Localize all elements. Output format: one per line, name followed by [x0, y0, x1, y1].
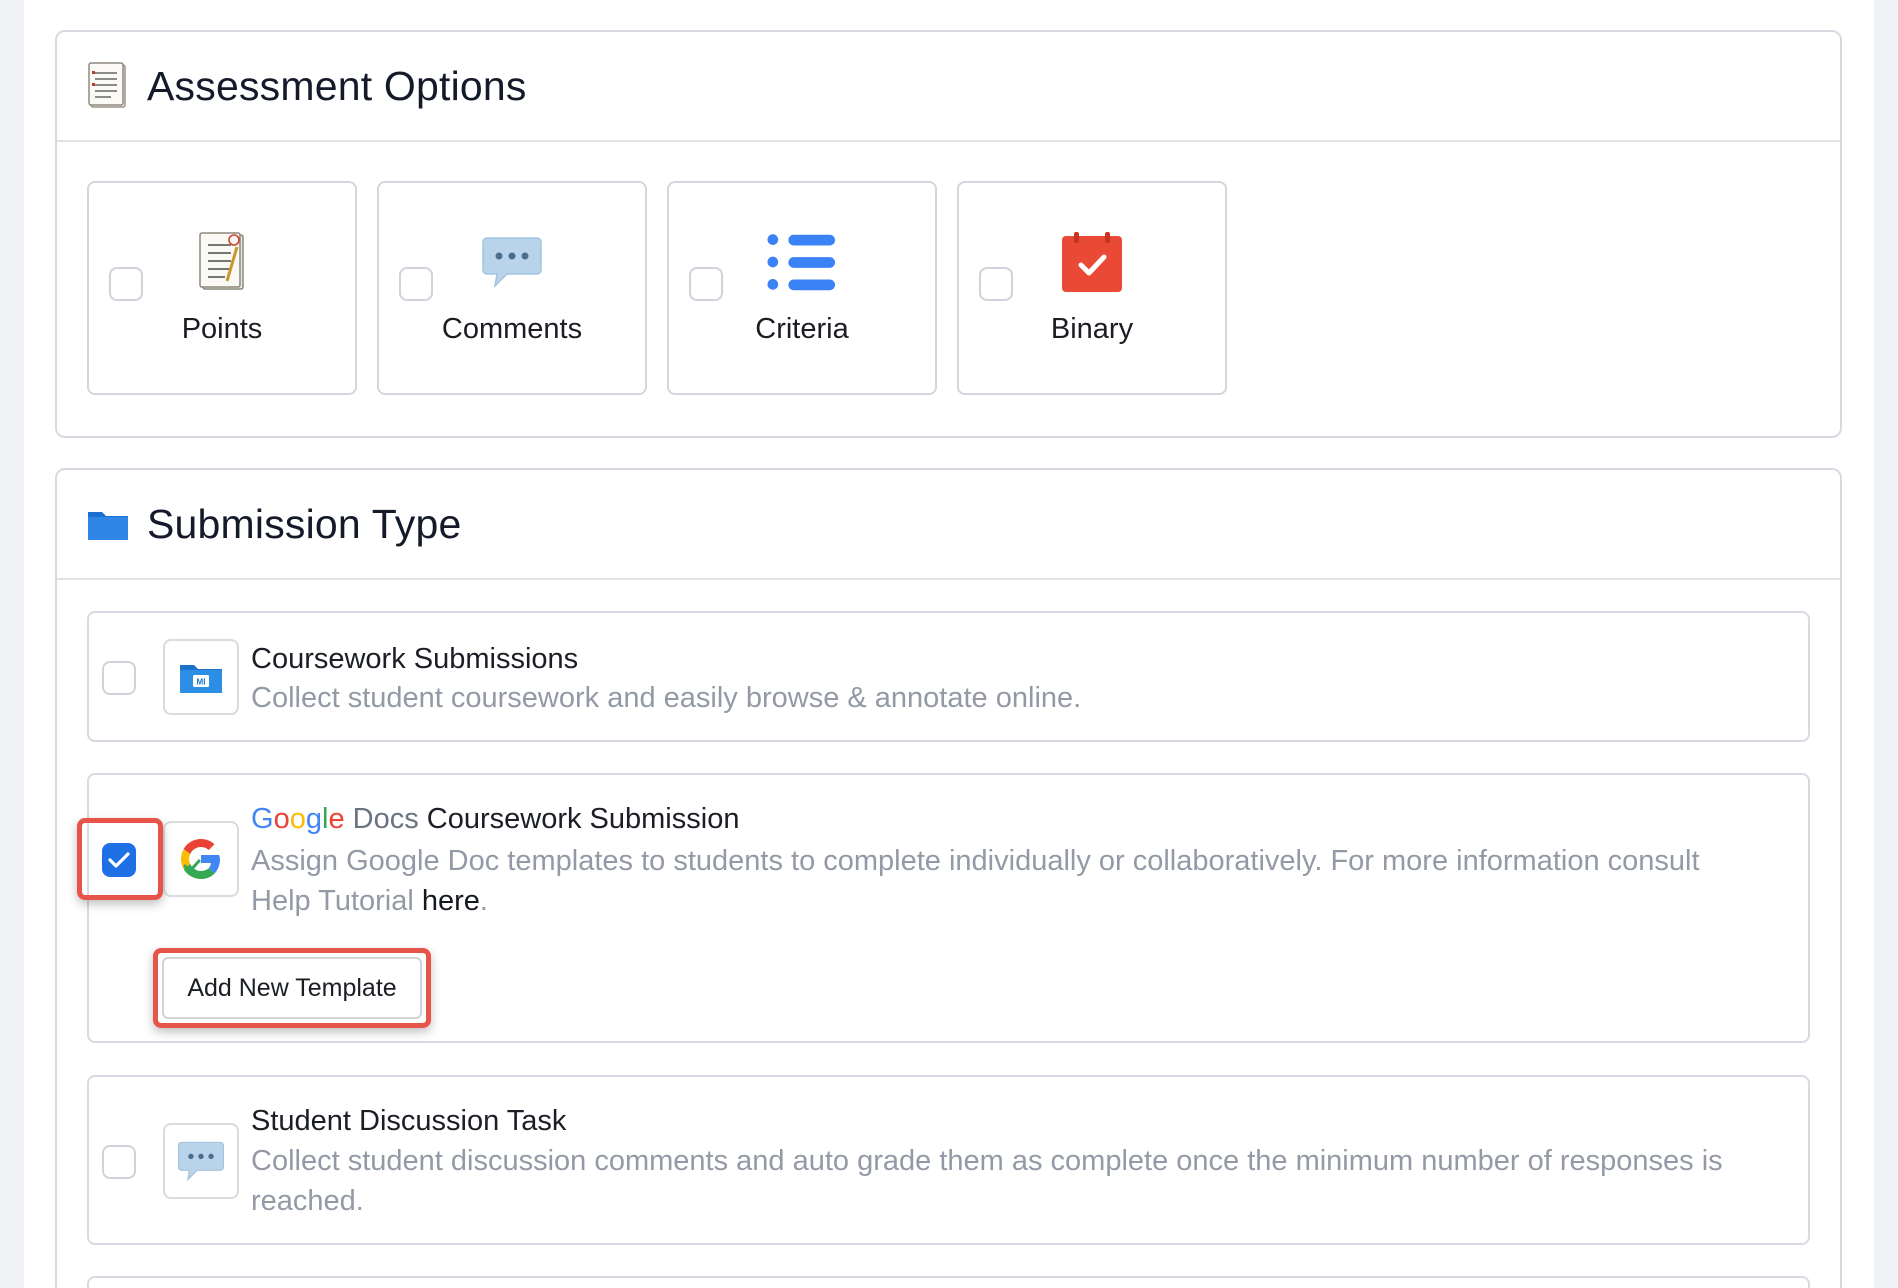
folder-icon [87, 504, 129, 544]
discussion-checkbox[interactable] [102, 1145, 136, 1179]
points-label: Points [181, 313, 263, 345]
submission-type-title: Submission Type [147, 500, 462, 547]
svg-text:MI: MI [197, 678, 206, 687]
speech-bubble-icon [477, 231, 547, 293]
assessment-option-binary[interactable]: Binary [957, 181, 1227, 395]
score-sheet-icon [87, 62, 129, 110]
google-g-icon [163, 821, 239, 897]
score-sheet-icon [187, 231, 257, 293]
submission-type-header: Submission Type [57, 470, 1840, 580]
submission-row-coursework[interactable]: MI Coursework Submissions Collect studen… [87, 611, 1810, 742]
discussion-title: Student Discussion Task [251, 1105, 567, 1137]
binary-label: Binary [1050, 313, 1134, 345]
criteria-label: Criteria [755, 313, 849, 345]
help-tutorial-link[interactable]: here [422, 885, 480, 917]
template-button-highlight [153, 948, 431, 1028]
google-docs-title: Google Docs Coursework Submission [251, 803, 739, 836]
comments-checkbox[interactable] [399, 267, 433, 301]
coursework-folder-icon: MI [163, 639, 239, 715]
binary-checkbox[interactable] [979, 267, 1013, 301]
submission-row-next[interactable] [87, 1276, 1810, 1288]
description-period: . [479, 885, 488, 917]
assessment-option-comments[interactable]: Comments [377, 181, 647, 395]
comments-label: Comments [441, 313, 583, 345]
assessment-options-title: Assessment Options [147, 62, 527, 109]
google-docs-description: Assign Google Doc templates to students … [251, 841, 1748, 921]
assessment-option-criteria[interactable]: Criteria [667, 181, 937, 395]
docs-wordmark: Docs [352, 803, 419, 835]
list-icon [767, 231, 837, 293]
discussion-description: Collect student discussion comments and … [251, 1145, 1723, 1217]
discussion-bubble-icon [163, 1123, 239, 1199]
coursework-title: Coursework Submissions [251, 643, 579, 675]
checkbox-highlight [77, 818, 163, 900]
coursework-checkbox[interactable] [102, 661, 136, 695]
google-docs-title-text: Coursework Submission [426, 803, 740, 835]
google-wordmark: Google [251, 803, 345, 835]
assessment-option-points[interactable]: Points [87, 181, 357, 395]
submission-row-discussion[interactable]: Student Discussion Task Collect student … [87, 1075, 1810, 1245]
points-checkbox[interactable] [109, 267, 143, 301]
assessment-options-header: Assessment Options [57, 32, 1840, 142]
coursework-description: Collect student coursework and easily br… [251, 682, 1082, 714]
criteria-checkbox[interactable] [689, 267, 723, 301]
calendar-check-icon [1057, 231, 1127, 293]
